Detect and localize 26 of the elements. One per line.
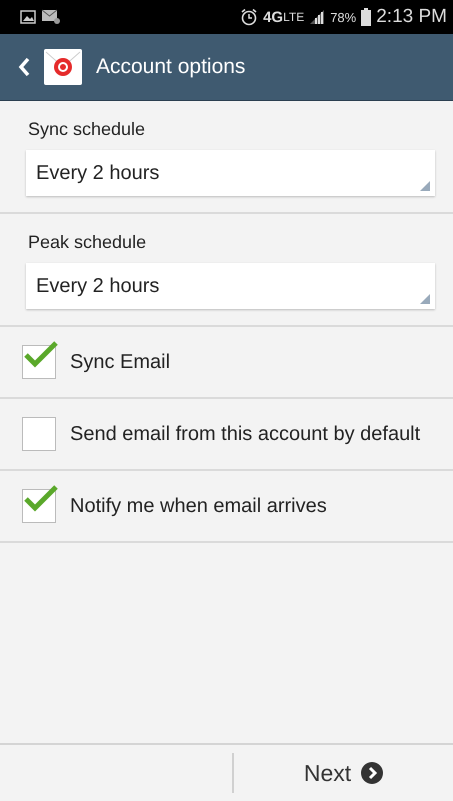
option-label: Notify me when email arrives	[70, 494, 327, 518]
battery-icon	[361, 8, 372, 26]
option-label: Send email from this account by default	[70, 422, 420, 446]
network-subtype: LTE	[283, 10, 304, 24]
picture-icon	[20, 10, 36, 24]
next-button[interactable]: Next	[234, 745, 453, 801]
signal-icon	[309, 10, 326, 24]
dropdown-corner-icon	[420, 294, 430, 304]
battery-level: 78%	[330, 10, 356, 24]
envelope-icon	[41, 9, 61, 25]
network-type: 4G	[263, 8, 284, 26]
back-icon[interactable]	[18, 57, 30, 77]
option-label: Sync Email	[70, 350, 170, 374]
setting-label: Peak schedule	[28, 232, 148, 253]
screen-title: Account options	[96, 55, 246, 79]
alarm-icon	[240, 8, 258, 26]
checkbox[interactable]	[22, 417, 56, 451]
dropdown-corner-icon	[420, 181, 430, 191]
dropdown-value: Every 2 hours	[36, 274, 160, 298]
email-app-icon	[44, 49, 82, 85]
clock-time: 2:13 PM	[376, 6, 447, 28]
dropdown-value: Every 2 hours	[36, 162, 160, 184]
chevron-icon	[361, 762, 384, 784]
schedule-dropdown[interactable]: Every 2 hours	[26, 263, 435, 309]
setting-label: Sync schedule	[28, 119, 146, 140]
schedule-dropdown[interactable]: Every 2 hours	[26, 150, 435, 196]
